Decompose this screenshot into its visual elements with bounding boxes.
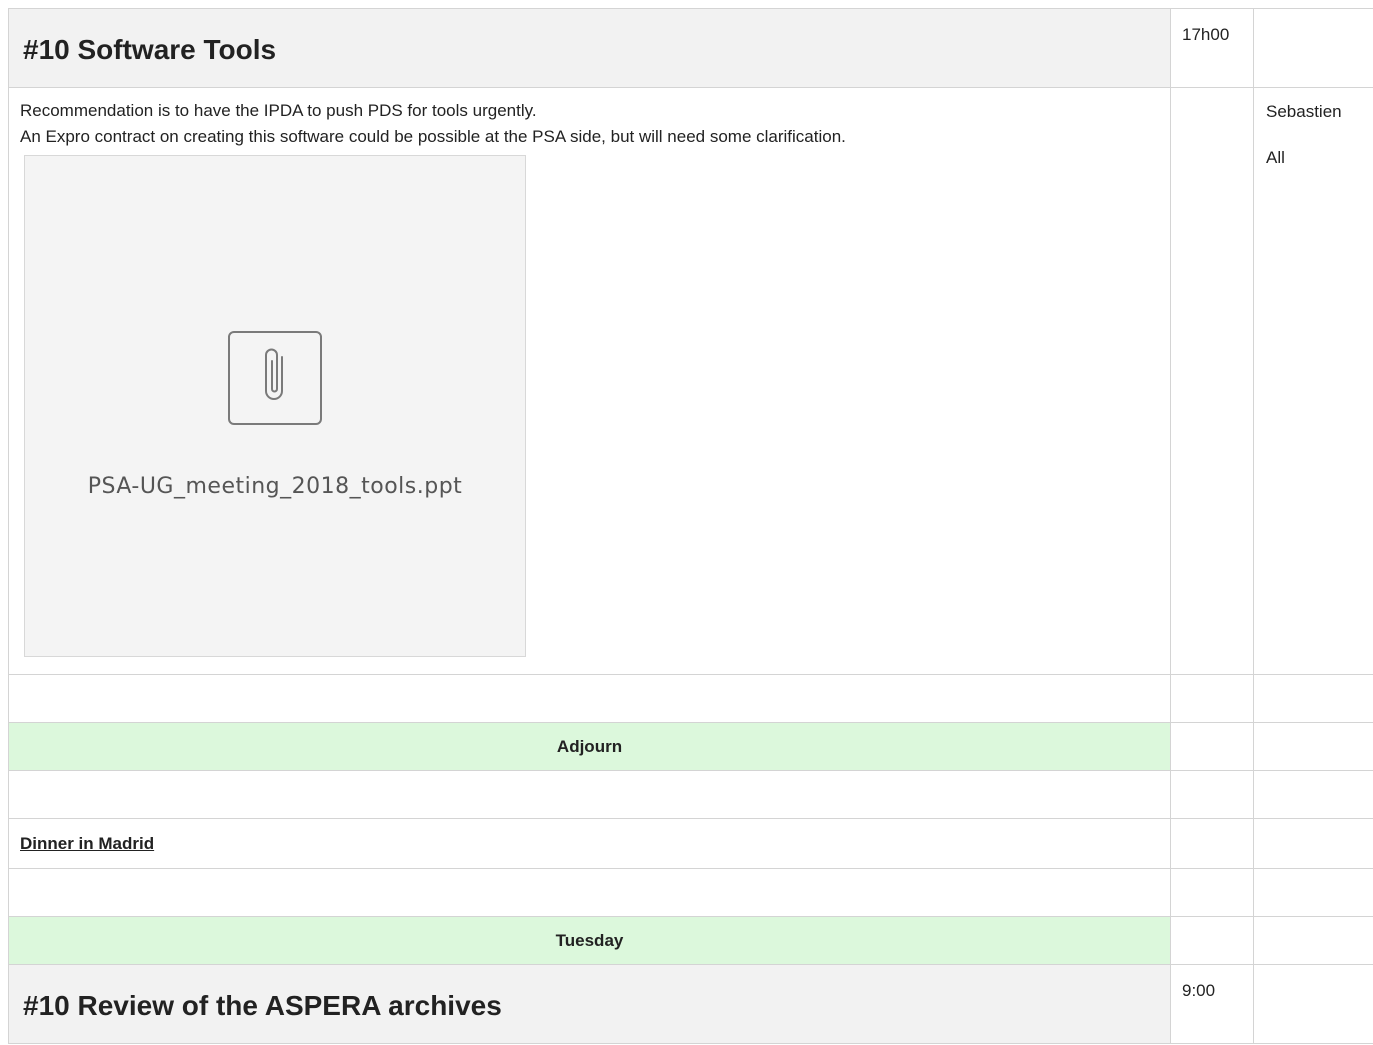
paperclip-icon bbox=[228, 331, 322, 425]
section-heading-cell: #10 Review of the ASPERA archives bbox=[8, 964, 1171, 1044]
notes-row: Recommendation is to have the IPDA to pu… bbox=[8, 87, 1373, 675]
empty-cell bbox=[8, 674, 1171, 723]
section-title: #10 Review of the ASPERA archives bbox=[23, 990, 502, 1021]
note-line: An Expro contract on creating this softw… bbox=[20, 127, 846, 146]
owner-cell-empty bbox=[1253, 964, 1373, 1044]
time-label: 17h00 bbox=[1182, 25, 1230, 44]
empty-cell bbox=[8, 770, 1171, 819]
empty-cell bbox=[1170, 674, 1254, 723]
tuesday-band: Tuesday bbox=[8, 916, 1171, 965]
time-cell-empty bbox=[1170, 87, 1254, 675]
time-cell: 17h00 bbox=[1170, 8, 1254, 88]
empty-cell bbox=[1253, 674, 1373, 723]
dinner-row: Dinner in Madrid bbox=[8, 818, 1373, 869]
spacer-row bbox=[8, 674, 1373, 723]
adjourn-band: Adjourn bbox=[8, 722, 1171, 771]
dinner-cell: Dinner in Madrid bbox=[8, 818, 1171, 869]
section-title: #10 Software Tools bbox=[23, 34, 277, 65]
section-heading-row: #10 Software Tools 17h00 bbox=[8, 8, 1373, 88]
owner-cell: Sebastien All bbox=[1253, 87, 1373, 675]
dinner-link[interactable]: Dinner in Madrid bbox=[20, 834, 154, 853]
spacer-row bbox=[8, 770, 1373, 819]
tuesday-row: Tuesday bbox=[8, 916, 1373, 965]
empty-cell bbox=[1170, 770, 1254, 819]
empty-cell bbox=[1170, 916, 1254, 965]
section-heading-cell: #10 Software Tools bbox=[8, 8, 1171, 88]
empty-cell bbox=[1253, 916, 1373, 965]
attachment-filename[interactable]: PSA-UG_meeting_2018_tools.ppt bbox=[25, 474, 525, 500]
owner-name: All bbox=[1266, 148, 1285, 167]
empty-cell bbox=[1253, 770, 1373, 819]
empty-cell bbox=[1170, 722, 1254, 771]
time-cell: 9:00 bbox=[1170, 964, 1254, 1044]
time-label: 9:00 bbox=[1182, 981, 1216, 1000]
note-line: Recommendation is to have the IPDA to pu… bbox=[20, 101, 537, 120]
empty-cell bbox=[8, 868, 1171, 917]
owner-name: Sebastien bbox=[1266, 102, 1342, 121]
empty-cell bbox=[1253, 722, 1373, 771]
notes-cell: Recommendation is to have the IPDA to pu… bbox=[8, 87, 1171, 675]
empty-cell bbox=[1170, 868, 1254, 917]
agenda-table: #10 Software Tools 17h00 Recommendation … bbox=[8, 8, 1373, 1044]
attachment-preview[interactable]: PSA-UG_meeting_2018_tools.ppt bbox=[24, 155, 526, 657]
spacer-row bbox=[8, 868, 1373, 917]
owner-cell-empty bbox=[1253, 8, 1373, 88]
empty-cell bbox=[1170, 818, 1254, 869]
adjourn-row: Adjourn bbox=[8, 722, 1373, 771]
empty-cell bbox=[1253, 818, 1373, 869]
section-heading-row: #10 Review of the ASPERA archives 9:00 bbox=[8, 964, 1373, 1044]
empty-cell bbox=[1253, 868, 1373, 917]
